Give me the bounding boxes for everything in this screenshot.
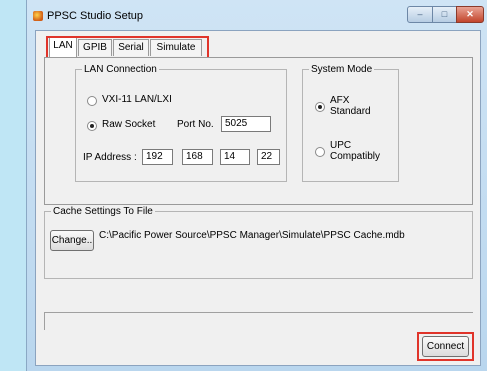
tab-gpib[interactable]: GPIB bbox=[78, 39, 112, 56]
lan-connection-label: LAN Connection bbox=[84, 64, 157, 75]
raw-socket-radio[interactable] bbox=[87, 121, 97, 131]
tab-serial[interactable]: Serial bbox=[113, 39, 149, 56]
setup-window: PPSC Studio Setup – □ ✕ LAN GPIB Serial … bbox=[26, 0, 487, 371]
change-button[interactable]: Change.. bbox=[50, 230, 94, 251]
maximize-button[interactable]: □ bbox=[432, 6, 457, 23]
bottom-separator bbox=[44, 312, 473, 330]
raw-socket-label: Raw Socket bbox=[102, 119, 156, 130]
connect-button[interactable]: Connect bbox=[422, 336, 469, 357]
ip-octet-4[interactable]: 22 bbox=[257, 149, 280, 165]
app-icon bbox=[33, 11, 43, 21]
tab-lan[interactable]: LAN bbox=[49, 37, 77, 57]
minimize-button[interactable]: – bbox=[407, 6, 433, 23]
ip-octet-1[interactable]: 192 bbox=[142, 149, 173, 165]
upc-radio[interactable] bbox=[315, 147, 325, 157]
cache-settings-label: Cache Settings To File bbox=[53, 206, 153, 217]
system-mode-group: System Mode AFX Standard UPC Compatibly bbox=[302, 64, 399, 182]
ip-octet-3[interactable]: 14 bbox=[220, 149, 250, 165]
lan-connection-group: LAN Connection VXI-11 LAN/LXI Raw Socket… bbox=[75, 64, 287, 182]
title-bar[interactable]: PPSC Studio Setup – □ ✕ bbox=[27, 0, 487, 30]
cache-settings-group: Cache Settings To File Change.. C:\Pacif… bbox=[44, 206, 473, 279]
tab-simulate[interactable]: Simulate bbox=[150, 39, 202, 56]
afx-radio[interactable] bbox=[315, 102, 325, 112]
upc-label: UPC Compatibly bbox=[330, 140, 381, 162]
window-title: PPSC Studio Setup bbox=[47, 10, 144, 22]
afx-label: AFX Standard bbox=[330, 95, 371, 117]
system-mode-label: System Mode bbox=[311, 64, 373, 75]
port-input[interactable]: 5025 bbox=[221, 116, 271, 132]
port-label: Port No. bbox=[177, 119, 214, 130]
vxi-label: VXI-11 LAN/LXI bbox=[102, 94, 172, 105]
cache-path: C:\Pacific Power Source\PPSC Manager\Sim… bbox=[99, 230, 405, 241]
ip-octet-2[interactable]: 168 bbox=[182, 149, 213, 165]
client-area: LAN GPIB Serial Simulate LAN Connection … bbox=[35, 30, 481, 366]
ip-label: IP Address : bbox=[83, 152, 137, 163]
close-button[interactable]: ✕ bbox=[456, 6, 484, 23]
vxi-radio[interactable] bbox=[87, 96, 97, 106]
lan-tab-panel: LAN Connection VXI-11 LAN/LXI Raw Socket… bbox=[44, 57, 473, 205]
